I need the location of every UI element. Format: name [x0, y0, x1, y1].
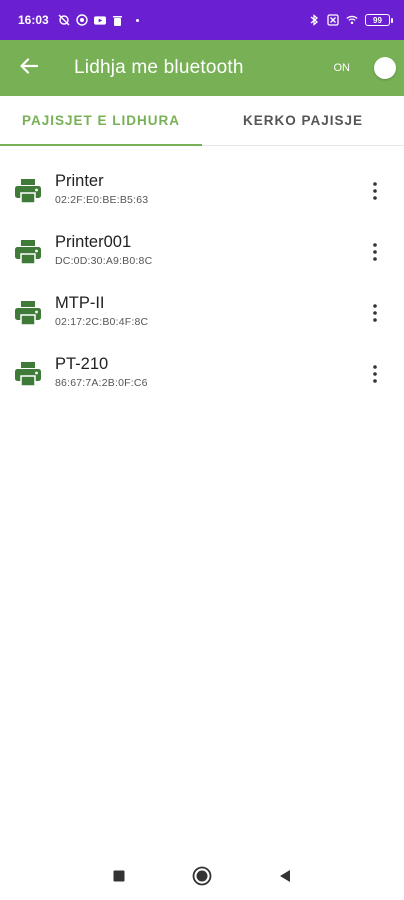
printer-icon: [14, 239, 42, 265]
more-vert-icon: [373, 243, 377, 261]
bluetooth-toggle-label: ON: [333, 62, 351, 74]
device-item[interactable]: PT-210 86:67:7A:2B:0F:C6: [0, 343, 404, 404]
status-left: 16:03: [18, 13, 139, 27]
wifi-icon: [346, 14, 358, 26]
more-options-button[interactable]: [366, 363, 384, 385]
device-text: Printer001 DC:0D:30:A9:B0:8C: [55, 233, 152, 267]
printer-icon: [14, 361, 42, 387]
status-time: 16:03: [18, 13, 49, 27]
device-list: Printer 02:2F:E0:BE:B5:63 Printer001 DC:…: [0, 160, 404, 404]
sim-off-icon: [327, 14, 339, 26]
battery-indicator: 99: [365, 14, 393, 26]
device-text: MTP-II 02:17:2C:B0:4F:8C: [55, 294, 148, 328]
device-address: 86:67:7A:2B:0F:C6: [55, 377, 148, 389]
more-vert-icon: [373, 304, 377, 322]
device-item[interactable]: Printer001 DC:0D:30:A9:B0:8C: [0, 221, 404, 282]
device-name: Printer001: [55, 233, 132, 251]
device-address: 02:2F:E0:BE:B5:63: [55, 194, 149, 206]
device-name: MTP-II: [55, 294, 105, 312]
app-bar: Lidhja me bluetooth ON: [0, 40, 404, 96]
device-address: DC:0D:30:A9:B0:8C: [55, 255, 153, 267]
app-notification-icon: [76, 14, 88, 26]
system-nav-bar: [0, 852, 404, 900]
recents-button[interactable]: [109, 866, 129, 886]
status-bar: 16:03 99: [0, 0, 404, 40]
more-options-button[interactable]: [366, 302, 384, 324]
printer-icon: [14, 178, 42, 204]
trash-icon: [112, 14, 124, 26]
youtube-icon: [93, 14, 106, 26]
tab-label: PAJISJET E LIDHURA: [21, 113, 181, 128]
device-address: 02:17:2C:B0:4F:8C: [55, 316, 149, 328]
back-button[interactable]: [0, 40, 58, 96]
arrow-left-icon: [20, 57, 39, 79]
circle-icon: [192, 866, 212, 886]
page-title: Lidhja me bluetooth: [74, 57, 244, 78]
more-options-button[interactable]: [366, 241, 384, 263]
home-button[interactable]: [192, 866, 212, 886]
device-text: PT-210 86:67:7A:2B:0F:C6: [55, 355, 148, 389]
more-vert-icon: [373, 365, 377, 383]
printer-icon: [14, 300, 42, 326]
tab-label: KERKO PAJISJE: [242, 113, 364, 128]
device-name: PT-210: [55, 355, 109, 373]
bluetooth-toggle[interactable]: [366, 57, 396, 79]
square-icon: [113, 870, 125, 882]
battery-level: 99: [373, 15, 382, 25]
toggle-knob: [374, 57, 396, 79]
device-item[interactable]: Printer 02:2F:E0:BE:B5:63: [0, 160, 404, 221]
more-options-button[interactable]: [366, 180, 384, 202]
status-right: 99: [308, 14, 393, 26]
tab-bar: PAJISJET E LIDHURA KERKO PAJISJE: [0, 96, 404, 146]
tab-connected-devices[interactable]: PAJISJET E LIDHURA: [0, 96, 202, 146]
triangle-left-icon: [280, 870, 290, 882]
more-vert-icon: [373, 182, 377, 200]
device-text: Printer 02:2F:E0:BE:B5:63: [55, 172, 148, 206]
device-item[interactable]: MTP-II 02:17:2C:B0:4F:8C: [0, 282, 404, 343]
tab-indicator: [0, 144, 202, 146]
nav-back-button[interactable]: [275, 866, 295, 886]
bluetooth-icon: [308, 14, 320, 26]
device-name: Printer: [55, 172, 104, 190]
tab-search-devices[interactable]: KERKO PAJISJE: [202, 96, 404, 145]
sync-off-icon: [58, 14, 70, 26]
more-notifications-dot: [135, 18, 139, 22]
